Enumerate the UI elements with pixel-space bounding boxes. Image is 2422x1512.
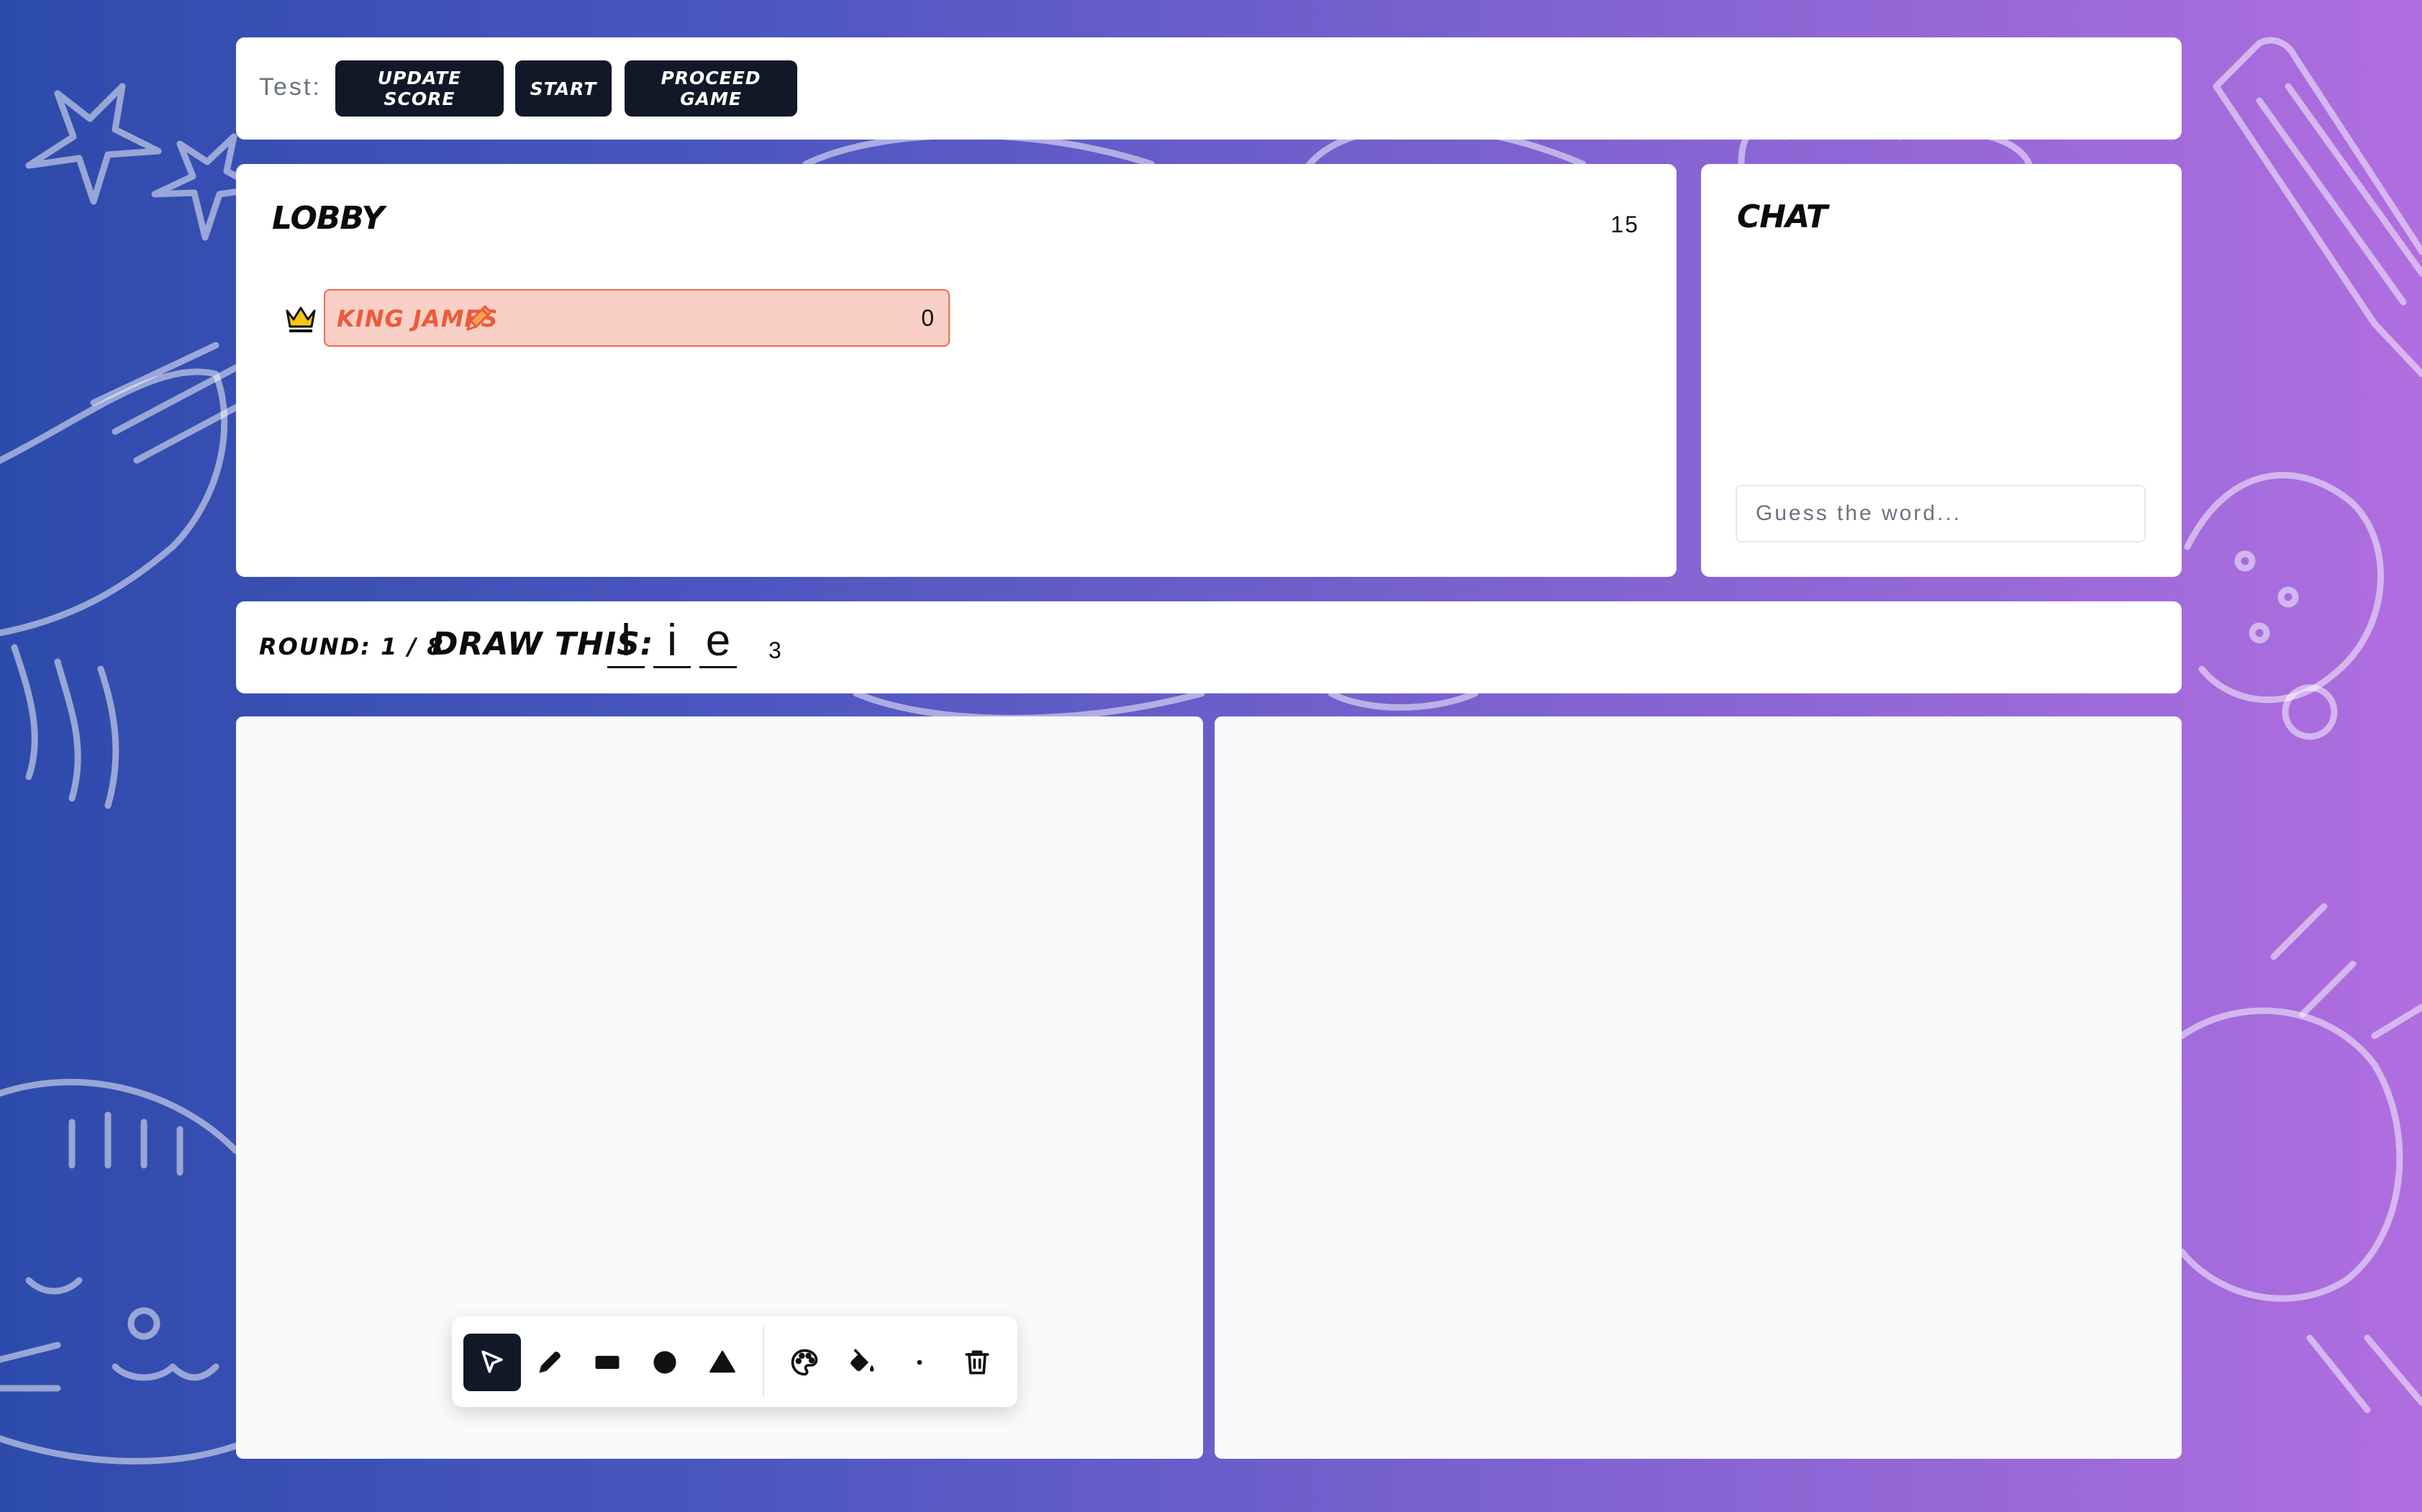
round-counter: ROUND: 1 / 8: [259, 633, 445, 660]
chat-title: CHAT: [1737, 199, 1828, 235]
chat-panel: CHAT: [1701, 164, 2182, 577]
palette-icon: [791, 1349, 818, 1376]
word-length-count: 3: [768, 637, 781, 663]
triangle-icon: [709, 1350, 735, 1373]
fill-tool-button[interactable]: [833, 1334, 891, 1391]
test-label: Test:: [259, 73, 322, 101]
word-letter: l: [607, 616, 645, 668]
trash-icon: [965, 1350, 989, 1375]
drawing-toolbar: [452, 1316, 1017, 1407]
rectangle-icon: [595, 1355, 620, 1370]
preview-canvas: [1215, 716, 2182, 1459]
update-score-button[interactable]: UPDATE SCORE: [335, 60, 504, 117]
crown-icon: [286, 306, 316, 332]
word-letter: e: [699, 616, 737, 668]
guess-input[interactable]: [1736, 485, 2146, 542]
circle-icon: [653, 1351, 676, 1374]
player-list-item: KING JAMES 0: [324, 289, 950, 347]
lobby-title: LOBBY: [272, 200, 384, 237]
circle-tool-button[interactable]: [636, 1334, 694, 1391]
clear-canvas-button[interactable]: [948, 1334, 1006, 1391]
rectangle-tool-button[interactable]: [579, 1334, 636, 1391]
pencil-tool-button[interactable]: [521, 1334, 579, 1391]
color-picker-button[interactable]: [776, 1334, 833, 1391]
toolbar-divider: [763, 1326, 764, 1397]
start-button[interactable]: START: [515, 60, 612, 117]
brush-size-button[interactable]: [891, 1334, 948, 1391]
pencil-icon: [539, 1352, 561, 1373]
round-info-bar: ROUND: 1 / 8 DRAW THIS: l i e 3: [236, 601, 2182, 693]
select-tool-button[interactable]: [463, 1334, 521, 1391]
select-icon: [481, 1350, 503, 1373]
word-letter: i: [653, 616, 691, 668]
lobby-panel: LOBBY 15 KING JAMES 0: [236, 164, 1677, 577]
triangle-tool-button[interactable]: [694, 1334, 751, 1391]
drawing-pencil-icon: [466, 305, 492, 331]
round-timer: 15: [1610, 211, 1639, 237]
proceed-game-button[interactable]: PROCEED GAME: [625, 60, 797, 117]
player-score: 0: [921, 305, 934, 331]
test-toolbar: Test: UPDATE SCORE START PROCEED GAME: [236, 37, 2182, 140]
brush-size-icon: [917, 1360, 922, 1365]
fill-bucket-icon: [851, 1349, 874, 1372]
